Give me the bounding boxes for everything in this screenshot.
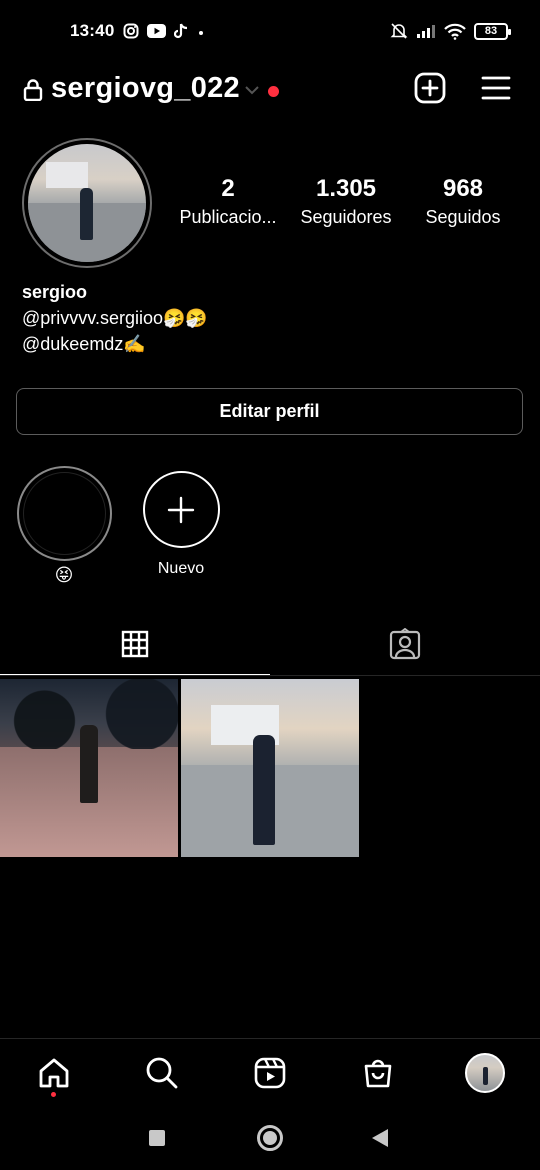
profile-avatar-ring[interactable]	[22, 138, 152, 268]
mute-icon	[390, 23, 408, 39]
edit-profile-button[interactable]: Editar perfil	[16, 388, 523, 435]
recent-apps-button[interactable]	[149, 1130, 165, 1146]
post-thumbnail[interactable]	[181, 679, 359, 857]
tabs-divider	[0, 675, 540, 676]
tab-tagged[interactable]	[270, 612, 540, 676]
username[interactable]: sergiovg_022	[51, 72, 240, 105]
reels-icon	[254, 1057, 286, 1089]
highlight-label: 😝	[54, 565, 74, 585]
notification-dot	[268, 86, 279, 97]
status-time: 13:40	[70, 21, 115, 40]
following-count: 968	[442, 175, 484, 202]
new-highlight-button[interactable]	[142, 471, 220, 548]
tagged-icon	[389, 628, 421, 660]
grid-icon	[121, 630, 149, 658]
post-thumbnail[interactable]	[0, 679, 178, 857]
highlight-ring[interactable]	[16, 466, 112, 561]
posts-count: 2	[221, 175, 235, 202]
status-bar: 13:40 83	[0, 0, 540, 62]
stat-following[interactable]: 968 Seguidos	[403, 175, 523, 228]
following-label: Seguidos	[425, 207, 501, 227]
posts-label: Publicacio...	[179, 207, 277, 227]
dot-icon	[199, 31, 203, 35]
profile-tabs	[0, 612, 540, 676]
system-home-button[interactable]	[257, 1125, 283, 1151]
shop-icon	[364, 1059, 392, 1088]
tiktok-icon	[174, 23, 188, 39]
nav-profile[interactable]	[465, 1053, 505, 1093]
battery-level: 83	[484, 25, 498, 37]
new-highlight-label: Nuevo	[157, 560, 205, 577]
search-icon	[146, 1057, 178, 1089]
highlight-cover	[22, 472, 106, 555]
menu-icon[interactable]	[481, 74, 511, 102]
followers-count: 1.305	[315, 175, 377, 202]
bio-line-2[interactable]: @dukeemdz✍️	[22, 331, 208, 357]
post-1-person	[80, 725, 98, 803]
nav-home[interactable]	[34, 1053, 74, 1093]
followers-label: Seguidores	[300, 207, 392, 227]
chevron-down-icon[interactable]	[244, 84, 260, 96]
tab-grid[interactable]	[0, 612, 270, 676]
profile-avatar-small	[465, 1053, 505, 1093]
system-back-button[interactable]	[372, 1129, 388, 1147]
instagram-icon	[123, 23, 139, 39]
stat-followers[interactable]: 1.305 Seguidores	[286, 175, 406, 228]
profile-name: sergioo	[22, 282, 88, 302]
profile-avatar[interactable]	[28, 144, 146, 262]
status-system-icons: 83	[390, 21, 511, 41]
highlight-item[interactable]: 😝	[16, 466, 112, 586]
new-highlight[interactable]: Nuevo	[133, 466, 229, 578]
bottom-nav	[0, 1038, 540, 1110]
home-icon	[39, 1058, 69, 1088]
post-2-person	[253, 735, 275, 845]
lock-icon	[23, 79, 43, 101]
avatar-building	[46, 162, 88, 188]
status-notification-icons	[123, 21, 206, 41]
plus-icon	[167, 496, 195, 523]
stat-posts[interactable]: 2 Publicacio...	[168, 175, 288, 228]
system-nav-bar	[0, 1110, 540, 1170]
profile-bio: sergioo @privvvv.sergiioo🤧🤧 @dukeemdz✍️	[22, 279, 208, 357]
nav-reels[interactable]	[250, 1053, 290, 1093]
youtube-icon	[147, 24, 166, 38]
add-post-icon[interactable]	[414, 72, 446, 104]
avatar-person	[80, 188, 93, 240]
signal-icon	[417, 25, 435, 38]
wifi-icon	[444, 23, 466, 40]
nav-shop[interactable]	[358, 1053, 398, 1093]
profile-header: sergiovg_022	[0, 66, 540, 114]
bio-line-1[interactable]: @privvvv.sergiioo🤧🤧	[22, 305, 208, 331]
battery-icon: 83	[474, 22, 511, 40]
home-notification-dot	[51, 1092, 56, 1097]
nav-search[interactable]	[142, 1053, 182, 1093]
